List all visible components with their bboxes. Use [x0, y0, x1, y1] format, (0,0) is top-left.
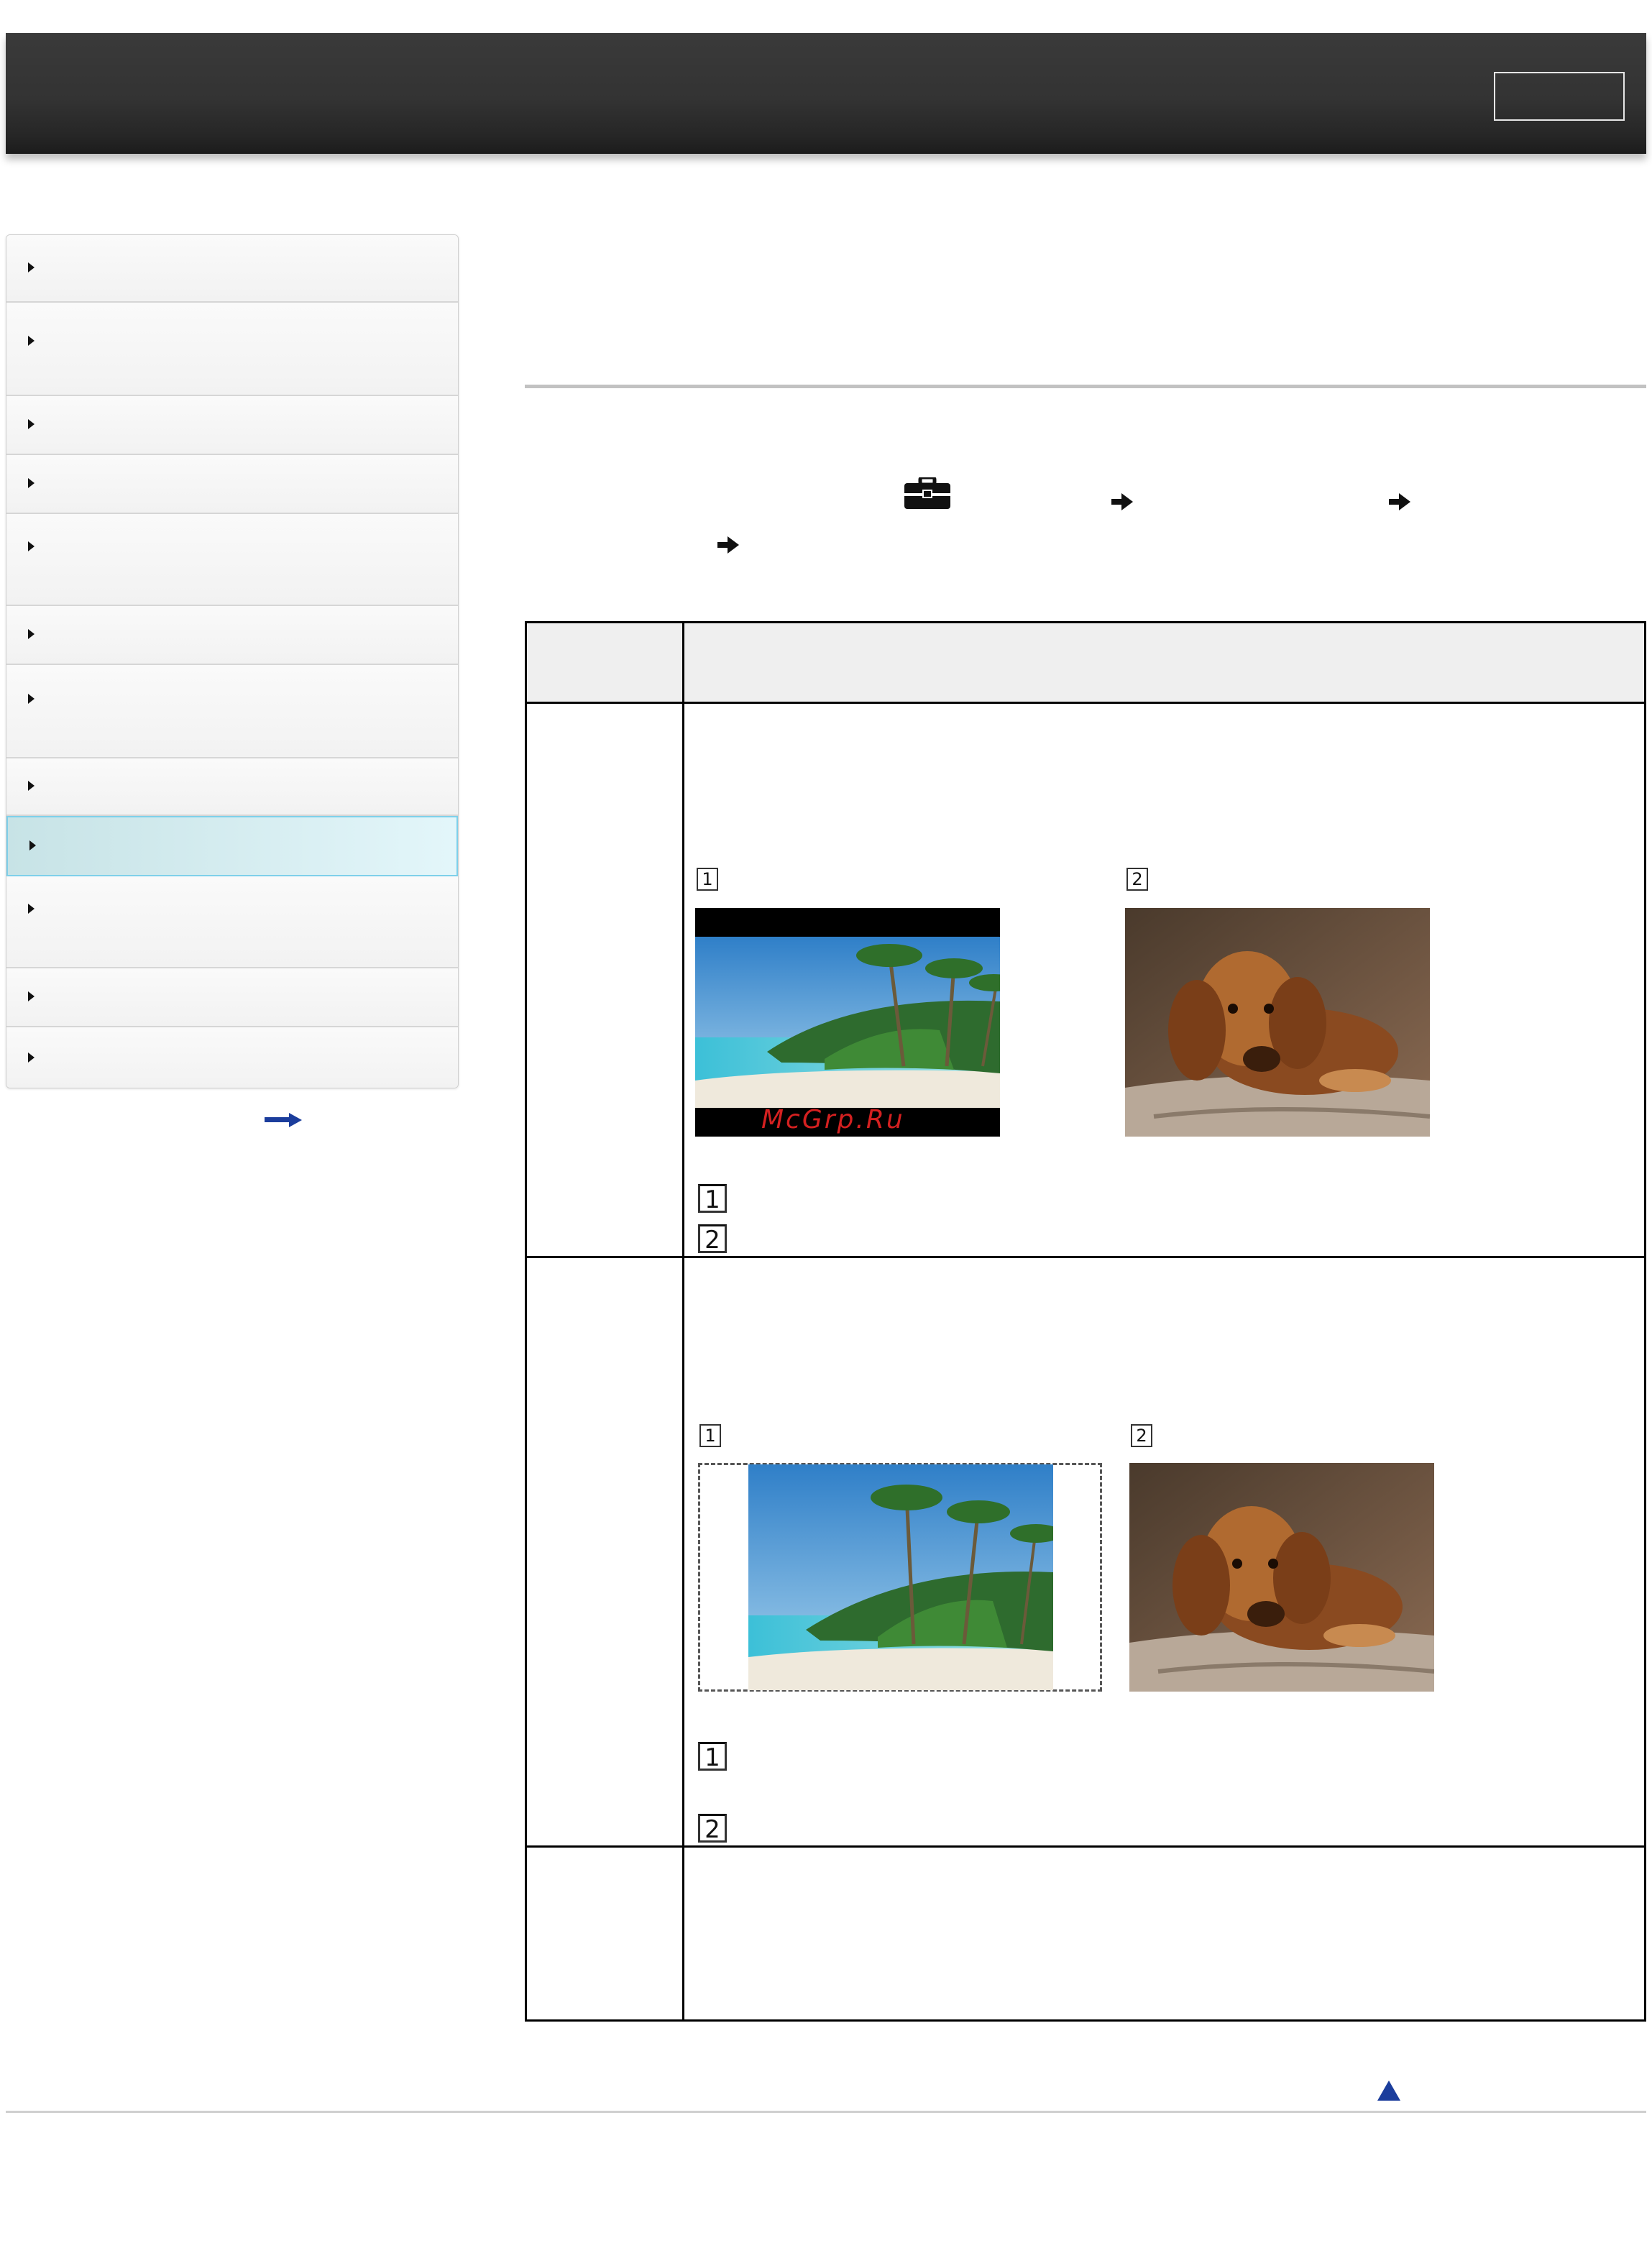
dog-photo	[1129, 1463, 1434, 1692]
number-badge-2: 2	[1126, 868, 1148, 891]
caret-right-icon	[28, 419, 35, 429]
arrow-right-icon	[717, 536, 739, 554]
caret-right-icon	[28, 781, 35, 791]
arrow-right-icon	[1389, 493, 1410, 510]
legend-badge-2: 2	[698, 1814, 727, 1843]
legend-badge-2: 2	[698, 1224, 727, 1254]
caret-right-icon	[28, 1052, 35, 1063]
sidebar-item-10[interactable]	[6, 876, 458, 968]
caret-right-icon	[28, 262, 35, 272]
column-divider	[682, 623, 684, 2019]
right-arrow-icon[interactable]	[265, 1113, 302, 1127]
sidebar-item-12[interactable]	[6, 1027, 458, 1088]
beach-photo-letterbox: McGrp.Ru	[695, 908, 1000, 1137]
row-divider	[527, 1845, 1644, 1848]
top-header-bar	[6, 33, 1646, 154]
sidebar-item-6[interactable]	[6, 606, 458, 665]
table-header	[527, 623, 1644, 704]
sidebar-item-5[interactable]	[6, 514, 458, 606]
caret-right-icon	[28, 336, 35, 346]
watermark-text: McGrp.Ru	[761, 1105, 905, 1134]
caret-right-icon	[28, 541, 35, 551]
beach-photo-pillarbox	[748, 1464, 1053, 1690]
sidebar-item-3[interactable]	[6, 396, 458, 455]
number-badge-2: 2	[1131, 1424, 1152, 1447]
sidebar-item-1[interactable]	[6, 235, 458, 303]
arrow-right-icon	[1111, 493, 1133, 510]
sidebar-item-7[interactable]	[6, 665, 458, 758]
caret-right-icon	[29, 840, 36, 850]
number-badge-1: 1	[699, 1424, 721, 1447]
title-divider	[525, 385, 1646, 388]
caret-right-icon	[28, 478, 35, 488]
number-badge-1: 1	[697, 868, 718, 891]
header-button[interactable]	[1494, 72, 1625, 121]
sidebar-item-4[interactable]	[6, 455, 458, 514]
toolbox-icon	[904, 477, 950, 509]
caret-right-icon	[28, 629, 35, 639]
caret-right-icon	[28, 904, 35, 914]
dog-photo	[1125, 908, 1430, 1137]
settings-table: 1 2 McGrp.Ru 1 2 1 2 1 2	[525, 621, 1646, 2022]
footer-divider	[6, 2111, 1646, 2113]
sidebar-nav	[6, 234, 459, 1088]
legend-badge-1: 1	[698, 1184, 727, 1214]
legend-badge-1: 1	[698, 1742, 727, 1771]
up-triangle-icon[interactable]	[1377, 2081, 1400, 2101]
row-divider	[527, 1256, 1644, 1258]
sidebar-item-11[interactable]	[6, 968, 458, 1027]
sidebar-item-8[interactable]	[6, 758, 458, 816]
sidebar-item-9-active[interactable]	[6, 816, 458, 876]
caret-right-icon	[28, 991, 35, 1001]
caret-right-icon	[28, 694, 35, 704]
sidebar-item-2[interactable]	[6, 303, 458, 396]
